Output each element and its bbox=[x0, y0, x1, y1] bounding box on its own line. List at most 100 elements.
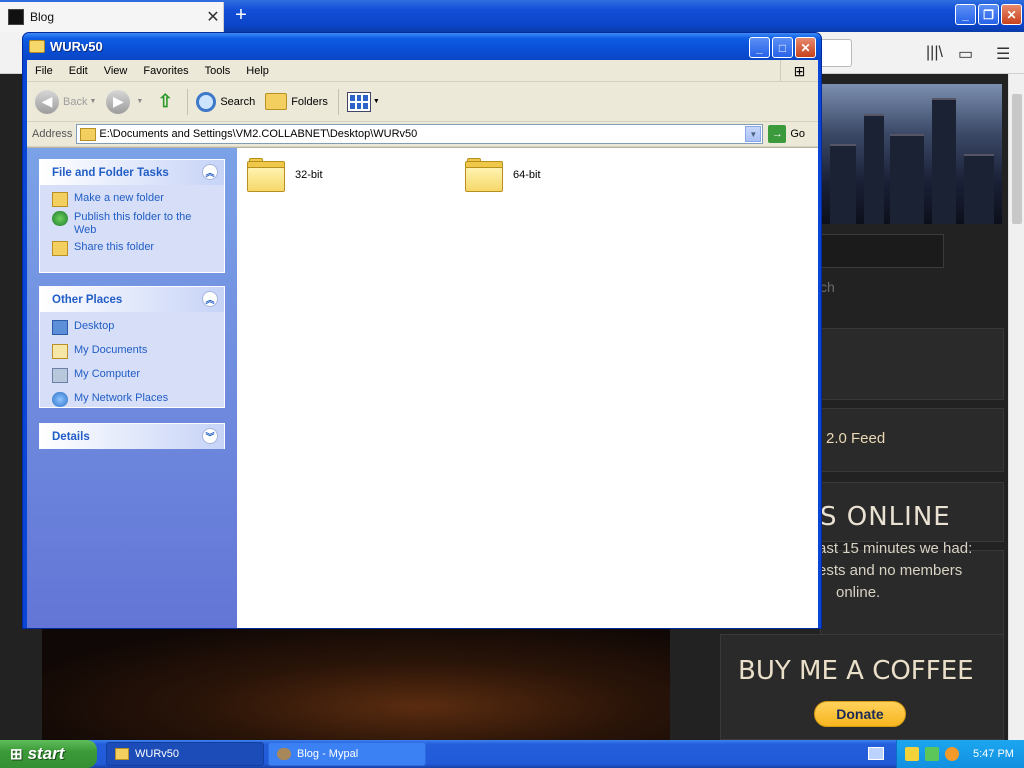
folder-label: 64-bit bbox=[513, 169, 541, 181]
search-label: Search bbox=[220, 95, 256, 108]
online-line: ast 15 minutes we had: bbox=[818, 540, 973, 557]
task-publish-folder[interactable]: Publish this folder to the Web bbox=[40, 209, 224, 239]
window-title: WURv50 bbox=[50, 39, 103, 54]
place-desktop[interactable]: Desktop bbox=[40, 318, 224, 342]
place-label: My Computer bbox=[74, 368, 141, 380]
views-icon bbox=[346, 91, 371, 112]
library-icon[interactable]: |||\ bbox=[926, 44, 943, 62]
blog-search-button[interactable]: ch bbox=[820, 279, 835, 295]
explorer-toolbar: ◀ Back ▼ ▶ ▼ ⇧ Search Folders ▼ bbox=[27, 82, 818, 122]
sidebar-icon[interactable]: ▭ bbox=[958, 44, 973, 64]
windows-logo-icon: ⊞ bbox=[10, 746, 23, 763]
folder-up-icon: ⇧ bbox=[157, 91, 173, 111]
expand-chevron-icon[interactable]: ︾ bbox=[202, 428, 218, 444]
search-button[interactable]: Search bbox=[192, 86, 259, 118]
online-line: ests and no members bbox=[818, 562, 963, 579]
online-heading: S ONLINE bbox=[820, 502, 951, 532]
folder-label: 32-bit bbox=[295, 169, 323, 181]
online-line: online. bbox=[836, 584, 881, 601]
place-label: My Documents bbox=[74, 344, 148, 356]
place-my-computer[interactable]: My Computer bbox=[40, 366, 224, 390]
address-label: Address bbox=[32, 128, 73, 140]
folder-item-64-bit[interactable]: 64-bit bbox=[465, 158, 541, 192]
folders-icon bbox=[265, 93, 288, 110]
menu-favorites[interactable]: Favorites bbox=[135, 65, 196, 77]
taskbar-item-explorer[interactable]: WURv50 bbox=[106, 742, 264, 766]
browser-close-button[interactable]: ✕ bbox=[1001, 4, 1022, 25]
panel-header[interactable]: File and Folder Tasks ︽ bbox=[40, 160, 224, 185]
browser-titlebar: Blog ✕ + _ ❐ ✕ bbox=[0, 0, 1024, 32]
folder-item-32-bit[interactable]: 32-bit bbox=[247, 158, 323, 192]
network-icon[interactable] bbox=[925, 747, 939, 761]
go-arrow-icon: → bbox=[768, 125, 787, 143]
views-button[interactable]: ▼ bbox=[343, 86, 384, 118]
task-label: Share this folder bbox=[74, 241, 155, 253]
go-button[interactable]: → Go bbox=[768, 125, 805, 143]
network-places-icon bbox=[52, 392, 68, 407]
place-label: Desktop bbox=[74, 320, 115, 332]
menu-bar: File Edit View Favorites Tools Help ⊞ bbox=[27, 60, 818, 82]
taskbar-item-browser[interactable]: Blog - Mypal bbox=[268, 742, 426, 766]
folder-icon bbox=[247, 158, 285, 192]
new-tab-button[interactable]: + bbox=[230, 4, 252, 27]
chevron-down-icon: ▼ bbox=[89, 98, 97, 105]
folders-button[interactable]: Folders bbox=[261, 86, 332, 118]
menu-tools[interactable]: Tools bbox=[197, 65, 239, 77]
collapse-chevron-icon[interactable]: ︽ bbox=[202, 164, 218, 180]
rss-feed-link[interactable]: 2.0 Feed bbox=[826, 430, 885, 447]
address-path[interactable]: E:\Documents and Settings\VM2.COLLABNET\… bbox=[99, 128, 417, 140]
tab-close-icon[interactable]: ✕ bbox=[203, 7, 223, 27]
explorer-window: WURv50 _ □ ✕ File Edit View Favorites To… bbox=[22, 32, 822, 629]
place-my-network-places[interactable]: My Network Places bbox=[40, 390, 224, 409]
chevron-down-icon[interactable]: ▼ bbox=[745, 126, 762, 142]
browser-minimize-button[interactable]: _ bbox=[955, 4, 976, 25]
task-make-new-folder[interactable]: Make a new folder bbox=[40, 190, 224, 209]
security-shield-icon[interactable] bbox=[905, 747, 919, 761]
night-city-image bbox=[42, 628, 670, 740]
task-share-folder[interactable]: Share this folder bbox=[40, 239, 224, 258]
browser-restore-button[interactable]: ❐ bbox=[978, 4, 999, 25]
up-button[interactable]: ⇧ bbox=[149, 86, 181, 118]
browser-tab[interactable]: Blog ✕ bbox=[0, 2, 224, 32]
panel-title: File and Folder Tasks bbox=[52, 166, 169, 179]
place-my-documents[interactable]: My Documents bbox=[40, 342, 224, 366]
menu-view[interactable]: View bbox=[96, 65, 136, 77]
menu-icon[interactable]: ☰ bbox=[996, 44, 1010, 64]
task-label: Publish this folder to the Web bbox=[74, 211, 192, 236]
collapse-chevron-icon[interactable]: ︽ bbox=[202, 291, 218, 307]
sidebar-panel bbox=[820, 328, 1004, 400]
address-field[interactable]: E:\Documents and Settings\VM2.COLLABNET\… bbox=[76, 124, 764, 144]
forward-button[interactable]: ▶ ▼ bbox=[102, 86, 147, 118]
coffee-heading: BUY ME A COFFEE bbox=[738, 656, 974, 686]
scroll-thumb[interactable] bbox=[1012, 94, 1022, 224]
search-tray-icon[interactable] bbox=[945, 747, 959, 761]
menu-file[interactable]: File bbox=[27, 65, 61, 77]
tab-title: Blog bbox=[30, 10, 55, 24]
maximize-button[interactable]: □ bbox=[772, 37, 793, 58]
menu-edit[interactable]: Edit bbox=[61, 65, 96, 77]
panel-header[interactable]: Details ︾ bbox=[40, 424, 224, 449]
start-button[interactable]: ⊞ start bbox=[0, 740, 97, 768]
other-places-panel: Other Places ︽ Desktop My Documents My C… bbox=[39, 286, 225, 408]
task-label: Make a new folder bbox=[74, 192, 164, 204]
donate-button[interactable]: Donate bbox=[814, 701, 906, 727]
minimize-button[interactable]: _ bbox=[749, 37, 770, 58]
close-button[interactable]: ✕ bbox=[795, 37, 816, 58]
new-folder-icon bbox=[52, 192, 68, 207]
keyboard-icon[interactable] bbox=[868, 747, 884, 760]
menu-help[interactable]: Help bbox=[238, 65, 277, 77]
folder-icon bbox=[29, 40, 45, 53]
page-scrollbar[interactable] bbox=[1008, 74, 1024, 740]
folder-icon bbox=[115, 748, 129, 760]
back-button[interactable]: ◀ Back ▼ bbox=[31, 86, 100, 118]
taskbar: ⊞ start WURv50 Blog - Mypal 5:47 PM bbox=[0, 740, 1024, 768]
chevron-down-icon: ▼ bbox=[136, 98, 144, 105]
favicon-icon bbox=[8, 9, 24, 25]
blog-search-input[interactable] bbox=[820, 234, 944, 268]
explorer-titlebar[interactable]: WURv50 _ □ ✕ bbox=[23, 33, 821, 60]
clock: 5:47 PM bbox=[973, 748, 1014, 760]
panel-header[interactable]: Other Places ︽ bbox=[40, 287, 224, 312]
folder-icon bbox=[80, 127, 97, 141]
my-computer-icon bbox=[52, 368, 68, 383]
task-label: Blog - Mypal bbox=[297, 748, 359, 760]
